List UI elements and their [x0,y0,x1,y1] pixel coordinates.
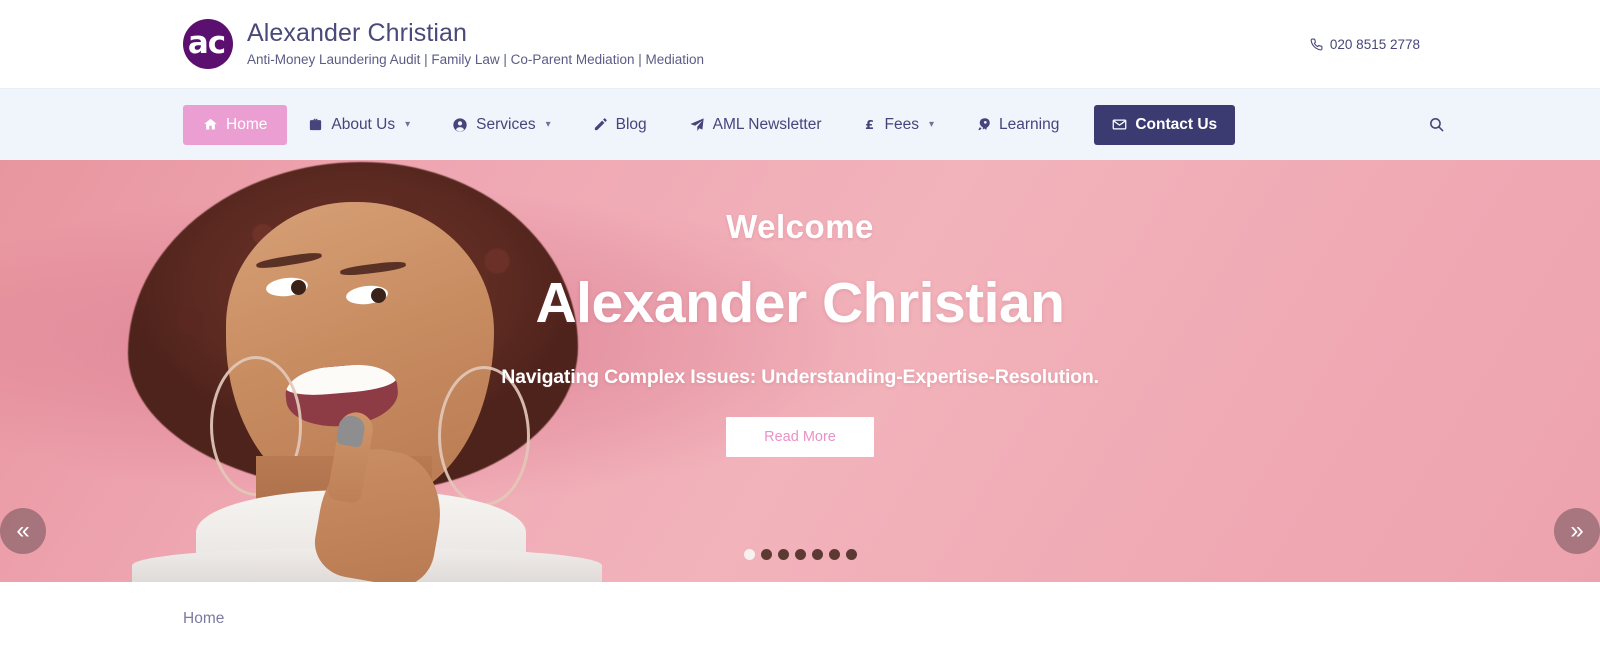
main-navigation: Home About Us ▾ Services ▾ Blog AML News… [0,88,1600,160]
carousel-dot[interactable] [743,549,755,560]
hero-read-more-button[interactable]: Read More [726,416,874,457]
breadcrumb-item-home[interactable]: Home [183,610,224,628]
pound-icon: £ [863,117,876,132]
user-circle-icon [452,117,468,133]
nav-item-aml-newsletter[interactable]: AML Newsletter [668,106,843,144]
hero-eyebrow-text: Welcome [726,208,874,245]
nav-item-learning[interactable]: Learning [955,106,1080,144]
brand-title: Alexander Christian [247,19,468,48]
header-phone[interactable]: 020 8515 2778 [1310,37,1420,52]
nav-item-contact-us[interactable]: Contact Us [1094,104,1236,145]
circle-monogram-logo: ac [183,19,233,69]
nav-item-fees[interactable]: £ Fees ▾ [842,106,955,144]
nav-label-about-us: About Us [331,115,396,133]
paper-plane-icon [689,117,705,133]
rocket-icon [976,117,991,132]
phone-number-text: 020 8515 2778 [1329,36,1420,52]
carousel-dot[interactable] [777,549,789,560]
envelope-icon [1112,117,1127,132]
nav-item-about-us[interactable]: About Us ▾ [287,106,431,144]
hero-subtitle: Navigating Complex Issues: Understanding… [501,365,1099,388]
carousel-pagination-dots [0,549,1600,560]
hero-content: Welcome Alexander Christian Navigating C… [0,160,1600,582]
carousel-dot[interactable] [845,549,857,560]
carousel-dot[interactable] [811,549,823,560]
chevron-down-icon: ▾ [928,118,934,130]
carousel-dot[interactable] [828,549,840,560]
chevron-down-icon: ▾ [545,118,551,130]
nav-item-list: Home About Us ▾ Services ▾ Blog AML News… [183,104,1236,145]
nav-item-blog[interactable]: Blog [572,106,668,144]
hero-title: Alexander Christian [535,271,1066,335]
logo-monogram-text: ac [187,24,226,61]
phone-icon [1310,38,1323,51]
nav-label-contact-us: Contact Us [1135,115,1218,133]
svg-text:£: £ [866,118,875,132]
carousel-dot[interactable] [760,549,772,560]
carousel-next-button[interactable]: » [1554,508,1600,554]
breadcrumb: Home [0,582,1600,656]
carousel-prev-button[interactable]: « [0,508,46,554]
home-icon [203,117,218,132]
nav-label-home: Home [226,115,268,133]
nav-item-services[interactable]: Services ▾ [431,106,571,144]
nav-label-blog: Blog [615,115,647,133]
nav-label-services: Services [476,115,536,133]
nav-label-aml-newsletter: AML Newsletter [712,115,822,133]
brand-text-block: Alexander Christian Anti-Money Launderin… [247,19,704,68]
search-icon[interactable] [1422,111,1450,139]
briefcase-icon [308,117,323,132]
brand-tagline: Anti-Money Laundering Audit | Family Law… [247,52,705,68]
hero-slider: Welcome Alexander Christian Navigating C… [0,160,1600,582]
pencil-icon [593,117,608,132]
nav-item-home[interactable]: Home [183,104,288,145]
nav-label-learning: Learning [998,115,1060,133]
chevron-down-icon: ▾ [405,118,411,130]
brand-logo-link[interactable]: ac Alexander Christian Anti-Money Launde… [183,19,704,69]
carousel-dot[interactable] [794,549,806,560]
site-header: ac Alexander Christian Anti-Money Launde… [0,0,1600,88]
nav-label-fees: Fees [884,115,919,133]
